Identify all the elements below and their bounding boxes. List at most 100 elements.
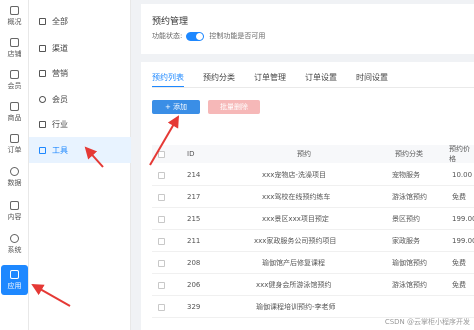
submenu-item-member[interactable]: 会员	[29, 86, 131, 112]
rail-item-order[interactable]: 订单	[0, 128, 29, 160]
submenu-item-label: 营销	[52, 68, 68, 78]
content-icon	[10, 200, 19, 210]
submenu-item-channel[interactable]: 渠道	[29, 35, 131, 61]
rail-item-system[interactable]: 系统	[0, 228, 29, 260]
submenu-item-label: 渠道	[52, 43, 68, 53]
page-title: 预约管理	[152, 17, 189, 27]
cell-name: xxx健身会所游泳馆预约	[256, 281, 332, 289]
submenu-item-industry[interactable]: 行业	[29, 111, 131, 137]
marketing-icon	[39, 69, 46, 77]
rail-item-label: 会员	[7, 81, 22, 90]
row-checkbox[interactable]	[158, 259, 165, 267]
select-all-checkbox[interactable]	[158, 150, 165, 158]
switch-knob	[196, 32, 204, 40]
submenu-item-all[interactable]: 全部	[29, 8, 131, 34]
cell-price: 199.00	[452, 237, 474, 245]
table-row: 206 xxx健身会所游泳馆预约 游泳馆预约 免费	[152, 275, 474, 296]
cell-name: xxx宠物店-洗澡项目	[262, 171, 326, 179]
rail-item-overview[interactable]: 概况	[0, 0, 29, 32]
toggle-description: 控制功能是否可用	[209, 32, 266, 40]
cell-id: 214	[187, 171, 201, 179]
feature-toggle-row: 功能状态: 控制功能是否可用	[152, 31, 265, 41]
cell-id: 215	[187, 215, 201, 223]
row-checkbox[interactable]	[158, 303, 165, 311]
rail-item-store[interactable]: 店铺	[0, 32, 29, 64]
submenu-item-label: 工具	[52, 145, 68, 155]
cell-name: 瑜伽馆产后修复课程	[262, 259, 325, 267]
tab-reservation-list[interactable]: 预约列表	[152, 72, 184, 88]
main-content: 预约管理 功能状态: 控制功能是否可用 预约列表 预约分类 订单管理 订单设置 …	[131, 0, 474, 330]
rail-item-label: 订单	[7, 145, 22, 154]
tab-time-settings[interactable]: 时间设置	[356, 72, 388, 88]
tab-bar: 预约列表 预约分类 订单管理 订单设置 时间设置	[152, 72, 407, 88]
table-row: 211 xxx家政服务公司预约项目 家政服务 199.00	[152, 231, 474, 252]
tab-order-management[interactable]: 订单管理	[254, 72, 286, 88]
rail-item-goods[interactable]: 商品	[0, 96, 29, 128]
rail-item-label: 数据	[7, 178, 22, 187]
cell-id: 329	[187, 303, 201, 311]
cell-price: 免费	[452, 281, 466, 289]
rail-item-label: 概况	[7, 17, 22, 26]
row-checkbox[interactable]	[158, 237, 165, 245]
feature-status-switch[interactable]	[186, 31, 205, 41]
watermark: CSDN @云掌柜小程序开发	[384, 318, 470, 326]
rail-item-label: 应用	[7, 281, 22, 290]
cell-category: 宠物服务	[392, 171, 420, 179]
cell-name: 瑜伽课程培训预约-李老师	[256, 303, 336, 311]
add-button[interactable]: + 添加	[152, 100, 200, 114]
header-name: 预约	[297, 150, 311, 158]
rail-item-data[interactable]: 数据	[0, 161, 29, 193]
cell-price: 199.00	[452, 215, 474, 223]
submenu-item-marketing[interactable]: 营销	[29, 60, 131, 86]
rail-item-label: 内容	[7, 212, 22, 221]
submenu-item-label: 会员	[52, 94, 68, 104]
cell-name: xxx景区xxx项目预定	[262, 215, 329, 223]
list-card: 预约列表 预约分类 订单管理 订单设置 时间设置 + 添加 批量删除 ID 预约…	[141, 62, 474, 330]
tab-divider	[152, 87, 474, 88]
header-price: 预约价格	[449, 145, 470, 163]
table-row: 208 瑜伽馆产后修复课程 瑜伽馆预约 免费	[152, 253, 474, 274]
rail-item-member[interactable]: 会员	[0, 64, 29, 96]
row-checkbox[interactable]	[158, 215, 165, 223]
member-icon	[39, 95, 46, 103]
table-row: 214 xxx宠物店-洗澡项目 宠物服务 10.00	[152, 165, 474, 186]
cell-id: 217	[187, 193, 201, 201]
submenu-item-tools[interactable]: 工具	[29, 137, 131, 163]
header-card: 预约管理 功能状态: 控制功能是否可用	[141, 4, 474, 54]
overview-icon	[10, 5, 19, 15]
system-icon	[10, 233, 19, 243]
header-category: 预约分类	[395, 150, 423, 158]
cell-id: 211	[187, 237, 201, 245]
table-row: 217 xxx驾校在线预约练车 游泳馆预约 免费	[152, 187, 474, 208]
grid-icon	[39, 17, 46, 25]
row-checkbox[interactable]	[158, 281, 165, 289]
tab-order-settings[interactable]: 订单设置	[305, 72, 337, 88]
table-header: ID 预约 预约分类 预约价格	[152, 145, 474, 163]
batch-delete-button[interactable]: 批量删除	[208, 100, 260, 114]
row-checkbox[interactable]	[158, 193, 165, 201]
cell-category: 景区预约	[392, 215, 420, 223]
store-icon	[10, 37, 19, 47]
row-checkbox[interactable]	[158, 171, 165, 179]
member-icon	[10, 69, 19, 79]
channel-icon	[39, 44, 46, 52]
rail-item-label: 商品	[7, 113, 22, 122]
cell-category: 瑜伽馆预约	[392, 259, 427, 267]
cell-category: 家政服务	[392, 237, 420, 245]
table-row: 329 瑜伽课程培训预约-李老师	[152, 297, 474, 318]
rail-item-label: 店铺	[7, 49, 22, 58]
cell-price: 免费	[452, 259, 466, 267]
order-icon	[10, 133, 19, 143]
toggle-label: 功能状态:	[152, 32, 183, 40]
cell-category: 游泳馆预约	[392, 193, 427, 201]
app-submenu: 全部 渠道 营销 会员 行业 工具	[29, 0, 131, 330]
app-rail: 概况 店铺 会员 商品 订单 数据 内容 系统 应用	[0, 0, 29, 330]
submenu-item-label: 全部	[52, 16, 68, 26]
tab-reservation-category[interactable]: 预约分类	[203, 72, 235, 88]
cell-name: xxx驾校在线预约练车	[262, 193, 331, 201]
rail-item-app[interactable]: 应用	[1, 265, 28, 295]
cell-id: 208	[187, 259, 201, 267]
app-icon	[10, 269, 19, 279]
table-row: 215 xxx景区xxx项目预定 景区预约 199.00	[152, 209, 474, 230]
rail-item-content[interactable]: 内容	[0, 195, 29, 227]
